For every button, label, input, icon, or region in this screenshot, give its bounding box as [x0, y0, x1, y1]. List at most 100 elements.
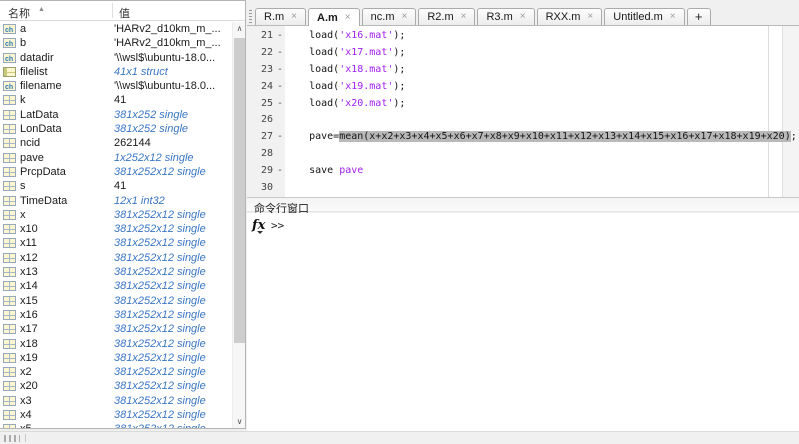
fx-function-hint-button[interactable]: fx: [252, 218, 265, 233]
tab-label: R.m: [264, 9, 284, 25]
workspace-variable-row[interactable]: x20 381x252x12 single: [0, 379, 232, 393]
variable-type-icon: [3, 381, 16, 391]
workspace-variable-row[interactable]: x12 381x252x12 single: [0, 251, 232, 265]
tab-close-icon[interactable]: ×: [345, 10, 351, 26]
workspace-scrollbar[interactable]: ∧ ∨: [232, 22, 245, 428]
code-line[interactable]: 22 - load('x17.mat');: [247, 45, 782, 62]
variable-value: 381x252x12 single: [114, 236, 206, 250]
breakpoint-dash[interactable]: -: [275, 96, 285, 113]
workspace-variable-row[interactable]: LonData 381x252 single: [0, 122, 232, 136]
column-divider[interactable]: [112, 3, 113, 18]
code-text: save pave: [285, 163, 363, 180]
variable-type-icon: [3, 38, 16, 48]
variable-value: 41: [114, 93, 126, 107]
tab-bar-grip-handle[interactable]: [249, 10, 252, 23]
code-line[interactable]: 26: [247, 112, 782, 129]
workspace-variable-row[interactable]: x10 381x252x12 single: [0, 222, 232, 236]
variable-type-icon: [3, 324, 16, 334]
tab-label: R3.m: [486, 9, 512, 25]
command-window-header[interactable]: 命令行窗口: [247, 197, 799, 212]
code-line[interactable]: 28: [247, 146, 782, 163]
workspace-variable-row[interactable]: pave 1x252x12 single: [0, 151, 232, 165]
tab-close-icon[interactable]: ×: [670, 9, 676, 25]
scroll-up-icon[interactable]: ∧: [233, 22, 246, 35]
workspace-variable-row[interactable]: x11 381x252x12 single: [0, 236, 232, 250]
code-line[interactable]: 25 - load('x20.mat');: [247, 96, 782, 113]
variable-type-icon: [3, 224, 16, 234]
sort-ascending-icon[interactable]: ▲: [38, 6, 45, 13]
workspace-variable-row[interactable]: ncid 262144: [0, 136, 232, 150]
code-line[interactable]: 21 - load('x16.mat');: [247, 28, 782, 45]
variable-value: 381x252x12 single: [114, 208, 206, 222]
workspace-variable-row[interactable]: x 381x252x12 single: [0, 208, 232, 222]
tab-close-icon[interactable]: ×: [587, 9, 593, 25]
workspace-variable-row[interactable]: x17 381x252x12 single: [0, 322, 232, 336]
variable-name: x11: [20, 236, 37, 250]
breakpoint-dash[interactable]: -: [275, 129, 285, 146]
workspace-variable-row[interactable]: x13 381x252x12 single: [0, 265, 232, 279]
workspace-variable-row[interactable]: x3 381x252x12 single: [0, 394, 232, 408]
workspace-variable-row[interactable]: x4 381x252x12 single: [0, 408, 232, 422]
workspace-variable-row[interactable]: TimeData 12x1 int32: [0, 194, 232, 208]
code-editor[interactable]: 21 - load('x16.mat'); 22 - load('x17.mat…: [247, 26, 799, 197]
variable-value: '\\wsl$\ubuntu-18.0...: [114, 51, 215, 65]
workspace-variable-row[interactable]: b 'HARv2_d10km_m_...: [0, 36, 232, 50]
variable-name: pave: [20, 151, 44, 165]
workspace-header: 名称 ▲ 值: [0, 1, 245, 21]
code-line[interactable]: 23 - load('x18.mat');: [247, 62, 782, 79]
workspace-variable-row[interactable]: filename '\\wsl$\ubuntu-18.0...: [0, 79, 232, 93]
breakpoint-dash[interactable]: -: [275, 28, 285, 45]
editor-tab[interactable]: R3.m ×: [477, 8, 534, 25]
workspace-variable-row[interactable]: x16 381x252x12 single: [0, 308, 232, 322]
value-column-header[interactable]: 值: [119, 5, 130, 21]
breakpoint-dash[interactable]: -: [275, 79, 285, 96]
editor-tab[interactable]: RXX.m ×: [537, 8, 603, 25]
workspace-variable-row[interactable]: datadir '\\wsl$\ubuntu-18.0...: [0, 51, 232, 65]
code-line[interactable]: 27 - pave=mean(x+x2+x3+x4+x5+x6+x7+x8+x9…: [247, 129, 782, 146]
editor-tab[interactable]: A.m ×: [308, 8, 360, 26]
editor-tab[interactable]: nc.m ×: [362, 8, 417, 25]
editor-tab[interactable]: R.m ×: [255, 8, 306, 25]
scrollbar-thumb[interactable]: [234, 38, 245, 343]
workspace-variable-row[interactable]: x19 381x252x12 single: [0, 351, 232, 365]
tab-close-icon[interactable]: ×: [401, 9, 407, 25]
variable-name: filelist: [20, 65, 48, 79]
workspace-variable-row[interactable]: PrcpData 381x252x12 single: [0, 165, 232, 179]
variable-type-icon: [3, 410, 16, 420]
breakpoint-dash[interactable]: -: [275, 45, 285, 62]
variable-value: 41x1 struct: [114, 65, 168, 79]
tab-close-icon[interactable]: ×: [520, 9, 526, 25]
variable-value: 381x252 single: [114, 108, 188, 122]
code-line[interactable]: 24 - load('x19.mat');: [247, 79, 782, 96]
workspace-variable-row[interactable]: x2 381x252x12 single: [0, 365, 232, 379]
workspace-variable-row[interactable]: x18 381x252x12 single: [0, 337, 232, 351]
name-column-header[interactable]: 名称: [8, 5, 30, 21]
workspace-variable-row[interactable]: x15 381x252x12 single: [0, 294, 232, 308]
scroll-down-icon[interactable]: ∨: [233, 415, 246, 428]
variable-type-icon: [3, 81, 16, 91]
variable-name: x10: [20, 222, 38, 236]
workspace-variable-row[interactable]: s 41: [0, 179, 232, 193]
variable-type-icon: [3, 53, 16, 63]
command-window[interactable]: fx >>: [247, 213, 799, 431]
code-line[interactable]: 30: [247, 180, 782, 197]
breakpoint-dash[interactable]: -: [275, 163, 285, 180]
new-tab-button[interactable]: +: [687, 8, 711, 25]
workspace-variable-row[interactable]: filelist 41x1 struct: [0, 65, 232, 79]
variable-type-icon: [3, 181, 16, 191]
workspace-variable-row[interactable]: LatData 381x252 single: [0, 108, 232, 122]
workspace-variable-row[interactable]: a 'HARv2_d10km_m_...: [0, 22, 232, 36]
line-number: 21: [247, 28, 273, 45]
editor-tab[interactable]: Untitled.m ×: [604, 8, 684, 25]
tab-close-icon[interactable]: ×: [461, 9, 467, 25]
variable-type-icon: [3, 67, 16, 77]
workspace-variable-row[interactable]: k 41: [0, 93, 232, 107]
breakpoint-dash[interactable]: -: [275, 62, 285, 79]
editor-tab[interactable]: R2.m ×: [418, 8, 475, 25]
code-line[interactable]: 29 - save pave: [247, 163, 782, 180]
status-bar-grip-handle[interactable]: [4, 435, 20, 442]
workspace-variable-row[interactable]: x14 381x252x12 single: [0, 279, 232, 293]
tab-close-icon[interactable]: ×: [291, 9, 297, 25]
workspace-variable-row[interactable]: x5 381x252x12 single: [0, 422, 232, 428]
workspace-panel: 名称 ▲ 值 a 'HARv2_d10km_m_... b 'HARv2_d10…: [0, 0, 246, 429]
